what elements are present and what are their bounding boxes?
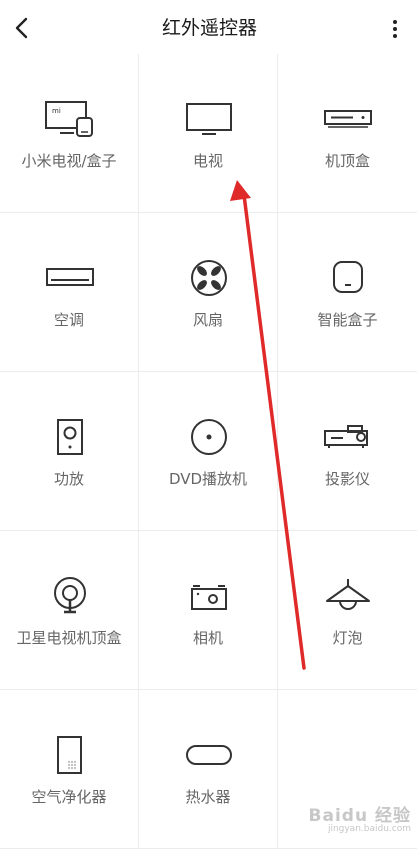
tv-icon [183,96,235,142]
device-label: 灯泡 [332,629,363,647]
projector-icon [322,414,374,460]
device-fan[interactable]: 风扇 [139,213,278,372]
device-air-conditioner[interactable]: 空调 [0,213,139,372]
device-label: 卫星电视机顶盒 [16,629,122,647]
device-smart-box[interactable]: 智能盒子 [278,213,417,372]
device-label: 小米电视/盒子 [21,152,117,170]
device-label: 风扇 [192,311,223,329]
smart-box-icon [322,255,374,301]
camera-icon [183,573,235,619]
watermark-logo: Baidu 经验 [308,806,411,826]
more-vertical-icon [393,20,397,38]
device-tv[interactable]: 电视 [139,54,278,213]
watermark: Baidu 经验 jingyan.baidu.com [309,801,411,834]
device-dvd-player[interactable]: DVD播放机 [139,372,278,531]
satellite-dish-icon [44,573,96,619]
svg-text:mi: mi [52,107,61,115]
air-purifier-icon [44,732,96,778]
more-menu-button[interactable] [385,14,405,44]
device-water-heater[interactable]: 热水器 [139,690,278,849]
device-label: 热水器 [185,788,231,806]
device-label: 投影仪 [324,470,370,488]
device-label: 机顶盒 [324,152,370,170]
device-set-top-box[interactable]: 机顶盒 [278,54,417,213]
device-speaker[interactable]: 功放 [0,372,139,531]
disc-icon [183,414,235,460]
device-mi-tv-box[interactable]: mi 小米电视/盒子 [0,54,139,213]
device-projector[interactable]: 投影仪 [278,372,417,531]
device-lamp[interactable]: 灯泡 [278,531,417,690]
device-label: 功放 [53,470,84,488]
water-heater-icon [183,732,235,778]
device-grid: mi 小米电视/盒子 电视 机顶盒 空调 风扇 智能盒子 功放 DVD播放机 投… [0,54,419,849]
set-top-box-icon [322,96,374,142]
device-label: 空气净化器 [31,788,107,806]
device-label: 相机 [192,629,223,647]
device-camera[interactable]: 相机 [139,531,278,690]
fan-icon [183,255,235,301]
device-label: 智能盒子 [317,311,378,329]
page-title: 红外遥控器 [161,17,257,39]
speaker-icon [44,414,96,460]
device-label: 电视 [192,152,223,170]
device-air-purifier[interactable]: 空气净化器 [0,690,139,849]
lamp-icon [322,573,374,619]
app-header: 红外遥控器 [0,0,419,56]
device-label: 空调 [53,311,84,329]
air-conditioner-icon [44,255,96,301]
device-satellite-box[interactable]: 卫星电视机顶盒 [0,531,139,690]
device-label: DVD播放机 [168,470,248,488]
mi-tv-box-icon: mi [44,96,96,142]
